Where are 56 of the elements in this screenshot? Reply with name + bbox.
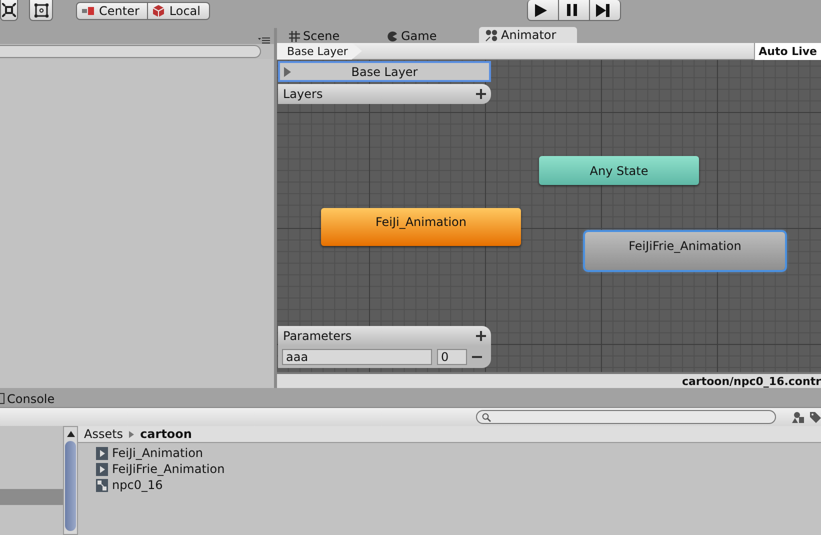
panel-title: Parameters xyxy=(283,329,352,343)
tag-icon[interactable] xyxy=(810,412,821,422)
scale-icon xyxy=(2,3,16,17)
search-icon xyxy=(482,412,491,422)
step-icon xyxy=(596,4,610,16)
plus-icon xyxy=(476,331,486,341)
animation-clip-icon xyxy=(96,446,108,460)
animation-clip-icon xyxy=(96,462,108,476)
tab[interactable]: Animator xyxy=(479,27,577,43)
pacman-icon xyxy=(387,30,398,42)
state-node[interactable]: FeiJiFrie_Animation xyxy=(585,232,785,270)
breadcrumb[interactable]: Assets xyxy=(84,427,124,441)
panel-title: Layers xyxy=(283,87,323,101)
transform-tool-button[interactable] xyxy=(29,0,53,21)
state-node[interactable]: Any State xyxy=(539,156,699,185)
breadcrumb[interactable]: Base Layer xyxy=(277,42,362,60)
cube-icon xyxy=(153,5,164,17)
asset-item[interactable]: FeiJiFrie_Animation xyxy=(112,462,225,476)
up-arrow-icon xyxy=(66,431,74,437)
asset-item[interactable]: FeiJi_Animation xyxy=(112,446,204,460)
plus-icon xyxy=(476,89,486,99)
add-button[interactable] xyxy=(476,89,486,99)
asset-item[interactable]: npc0_16 xyxy=(112,478,163,492)
tab[interactable]: Scene xyxy=(283,29,379,43)
grid-icon xyxy=(289,30,300,42)
search-field[interactable] xyxy=(0,45,261,58)
name-field[interactable]: aaa xyxy=(282,349,432,365)
breadcrumb[interactable]: cartoon xyxy=(140,427,192,441)
play-button[interactable] xyxy=(526,0,558,21)
controller-icon xyxy=(96,478,108,492)
pause-button[interactable] xyxy=(558,0,590,21)
rect-transform-icon xyxy=(34,2,48,18)
pause-icon xyxy=(567,4,577,16)
scrollbar-thumb[interactable] xyxy=(65,441,76,531)
shapes-icon[interactable] xyxy=(792,412,804,422)
rect-tool-button[interactable] xyxy=(0,0,18,21)
layer-row[interactable]: Base Layer xyxy=(278,61,491,82)
scrollbar[interactable] xyxy=(63,426,78,535)
asset-path: cartoon/npc0_16.contr xyxy=(682,374,821,388)
value-field[interactable]: 0 xyxy=(437,349,467,365)
nodes-icon xyxy=(485,28,498,42)
toggle-button[interactable]: Local xyxy=(148,2,210,20)
menu-icon[interactable] xyxy=(258,37,270,44)
chevron-icon xyxy=(129,430,134,438)
state-node[interactable]: FeiJi_Animation xyxy=(321,208,521,246)
play-icon xyxy=(535,4,547,16)
console-icon xyxy=(0,393,5,404)
toggle-button[interactable]: Center xyxy=(76,2,148,20)
step-button[interactable] xyxy=(590,0,620,21)
tab[interactable]: Console xyxy=(0,390,59,407)
expand-icon[interactable] xyxy=(284,67,291,77)
auto-live-toggle[interactable]: Auto Live xyxy=(754,42,821,60)
pivot-icon xyxy=(82,7,94,15)
tab[interactable]: Game xyxy=(381,29,477,43)
search-field[interactable] xyxy=(476,410,776,424)
add-button[interactable] xyxy=(476,331,486,341)
